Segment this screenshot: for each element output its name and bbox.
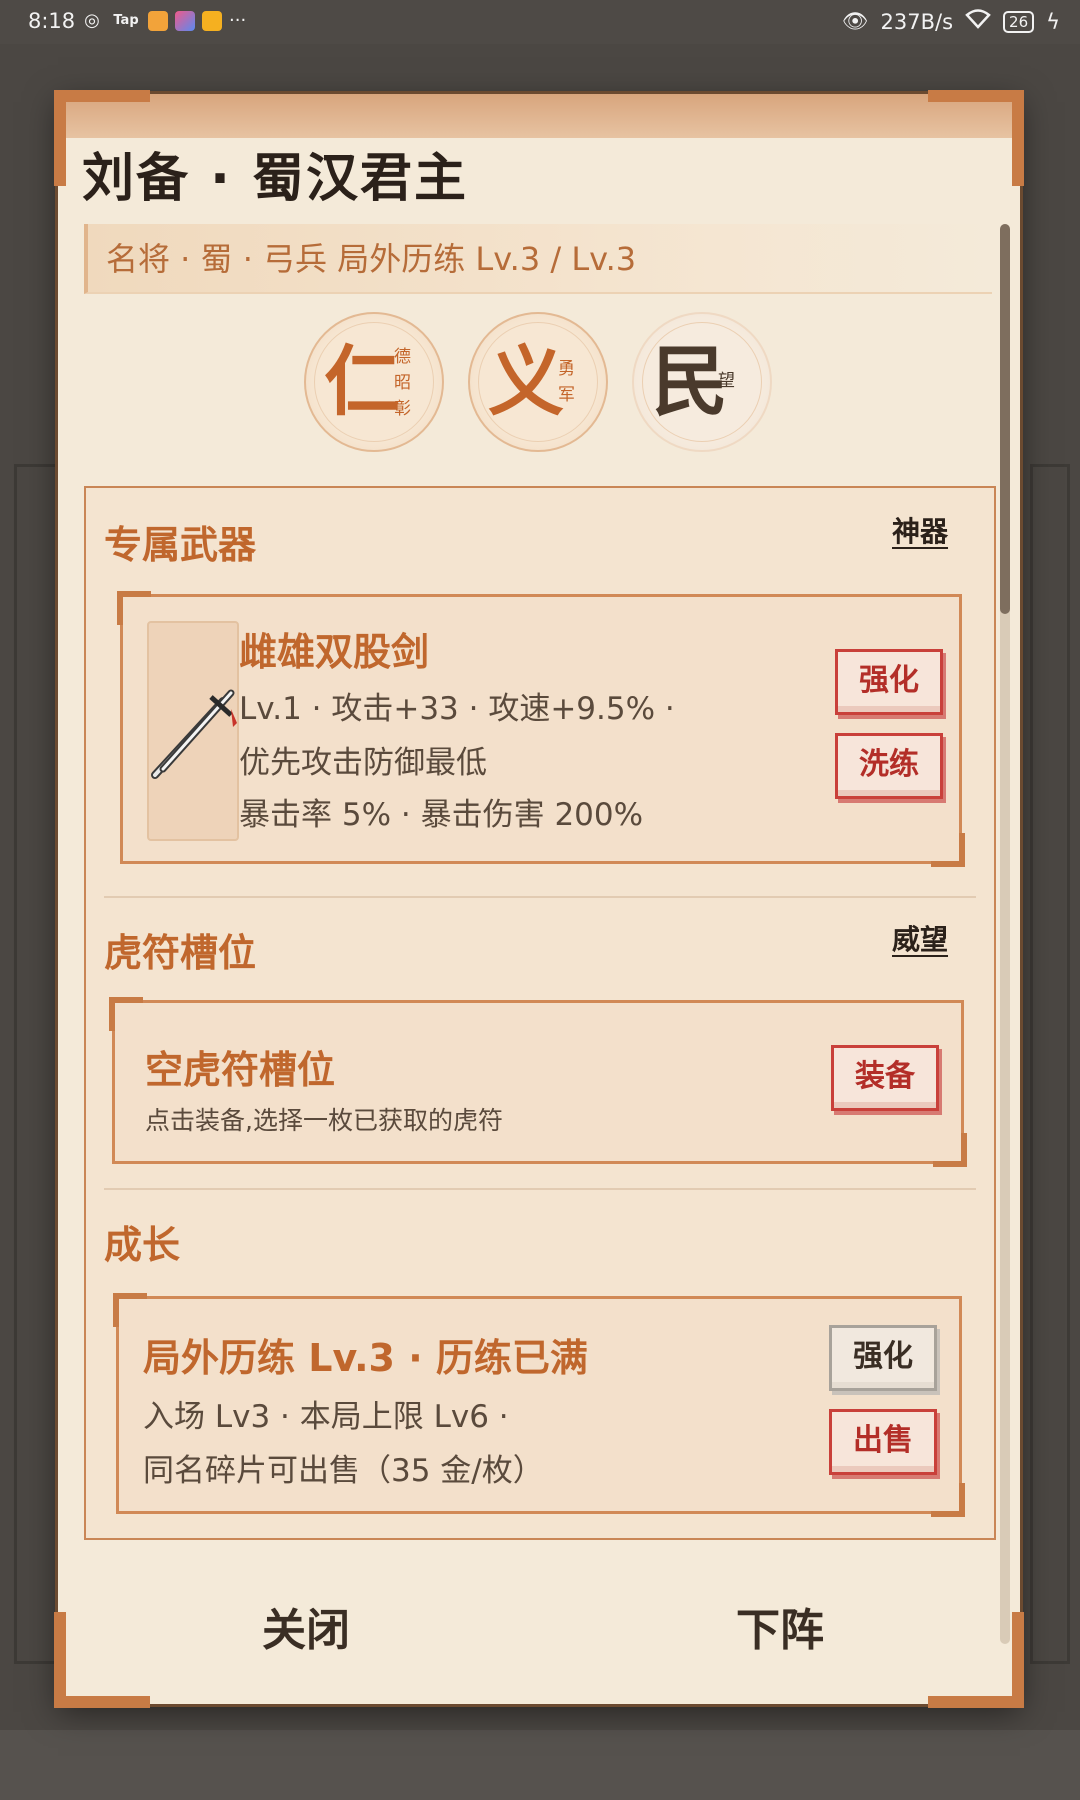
trait-char: 义 [488,337,564,426]
weapon-section-title: 专属武器 [104,523,257,567]
status-time: 8:18 [28,9,76,33]
scrollbar-thumb[interactable] [1000,224,1010,614]
app-notification-icon [148,10,168,31]
weapon-stats: Lv.1 · 攻击+33 · 攻速+9.5% · [239,691,675,727]
wifi-icon [965,9,991,34]
close-button[interactable]: 关闭 [262,1594,350,1658]
dialog-footer: 关闭 下阵 [58,1554,1020,1704]
tiger-slot-name: 空虎符槽位 [145,1048,336,1092]
growth-sell-info: 同名碎片可出售（35 金/枚） [143,1453,544,1489]
eye-icon: 👁 [841,9,869,33]
weapon-crit: 暴击率 5% · 暴击伤害 200% [239,797,644,833]
growth-detail: 入场 Lv3 · 本局上限 Lv6 · [143,1399,509,1435]
status-bar: 8:18 ◎ Tap ··· 👁 237B/s 26 ϟ [0,0,1080,44]
prestige-tag-link[interactable]: 威望 [892,918,948,958]
more-notifications-icon: ··· [229,10,247,31]
weapon-card: 雌雄双股剑 Lv.1 · 攻击+33 · 攻速+9.5% · 优先攻击防御最低 … [117,591,965,867]
unassign-button[interactable]: 下阵 [736,1594,824,1658]
weapon-effect: 优先攻击防御最低 [239,745,487,781]
network-speed: 237B/s [880,9,954,34]
background-panel [1030,464,1070,1664]
weapon-name: 雌雄双股剑 [239,630,430,674]
dialog-top-bar [58,94,1020,138]
battery-indicator: 26 [1003,10,1035,33]
trait-char: 民 [652,337,728,426]
weapon-image [147,621,239,841]
trait-desc: 军 [558,385,575,405]
section-divider [104,896,976,898]
trait-badge-ren[interactable]: 仁 德 昭 彰 [304,312,444,452]
frame-corner [928,90,1024,186]
sell-shards-button[interactable]: 出售 [829,1409,937,1475]
trait-desc: 勇 [558,359,575,379]
weapon-refine-button[interactable]: 洗练 [835,733,943,799]
app-notification-icon [175,10,195,31]
tiger-slot-hint: 点击装备,选择一枚已获取的虎符 [145,1106,503,1135]
growth-card: 局外历练 Lv.3 · 历练已满 入场 Lv3 · 本局上限 Lv6 · 同名碎… [113,1293,965,1517]
growth-section-title: 成长 [104,1223,181,1267]
charging-icon: ϟ [1046,9,1060,34]
hero-subtitle: 名将 · 蜀 · 弓兵 局外历练 Lv.3 / Lv.3 [84,224,992,294]
trait-badge-yi[interactable]: 义 勇 军 [468,312,608,452]
notification-icons: ◎ Tap ··· [80,10,246,31]
taptap-icon: Tap [113,12,139,28]
trait-desc: 德 [394,347,411,367]
weapon-upgrade-button[interactable]: 强化 [835,649,943,715]
tiger-slot-card[interactable]: 空虎符槽位 点击装备,选择一枚已获取的虎符 装备 [109,997,967,1167]
tiger-section-title: 虎符槽位 [104,931,257,975]
trait-desc: 昭 [394,373,411,393]
trait-char: 仁 [324,337,400,426]
growth-level: 局外历练 Lv.3 · 历练已满 [143,1336,588,1380]
hero-info-panel: 专属武器 神器 雌雄双股剑 Lv.1 · 攻击+33 · 攻速+9.5% · 优… [84,486,996,1540]
section-divider [104,1188,976,1190]
equip-tiger-button[interactable]: 装备 [831,1045,939,1111]
trait-badge-min[interactable]: 民 望 [632,312,772,452]
growth-upgrade-button[interactable]: 强化 [829,1325,937,1391]
wechat-icon: ◎ [84,9,100,31]
twin-swords-icon [151,689,237,779]
trait-desc: 望 [718,371,735,391]
app-notification-icon [202,10,222,31]
hero-title: 刘备 · 蜀汉君主 [82,149,468,209]
status-right: 👁 237B/s 26 ϟ [842,9,1060,34]
background-bottom-band [0,1730,1080,1800]
artifact-tag-link[interactable]: 神器 [892,510,948,550]
hero-detail-dialog: 刘备 · 蜀汉君主 名将 · 蜀 · 弓兵 局外历练 Lv.3 / Lv.3 仁… [54,90,1024,1708]
trait-desc: 彰 [394,399,411,419]
